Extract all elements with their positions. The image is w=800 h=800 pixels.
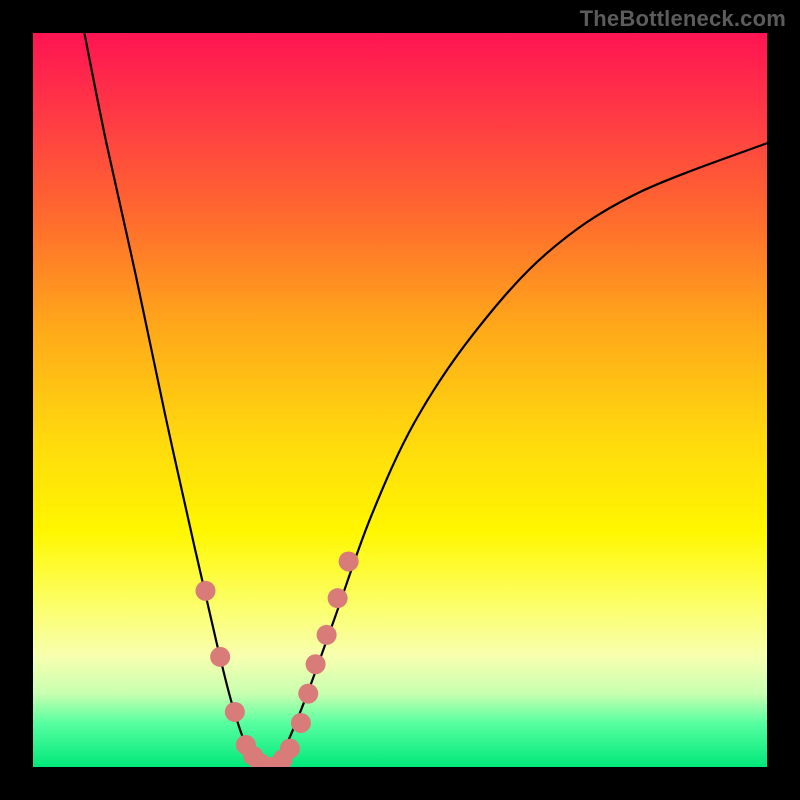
watermark-text: TheBottleneck.com: [580, 6, 786, 32]
plot-gradient-background: [33, 33, 767, 767]
chart-frame: TheBottleneck.com: [0, 0, 800, 800]
